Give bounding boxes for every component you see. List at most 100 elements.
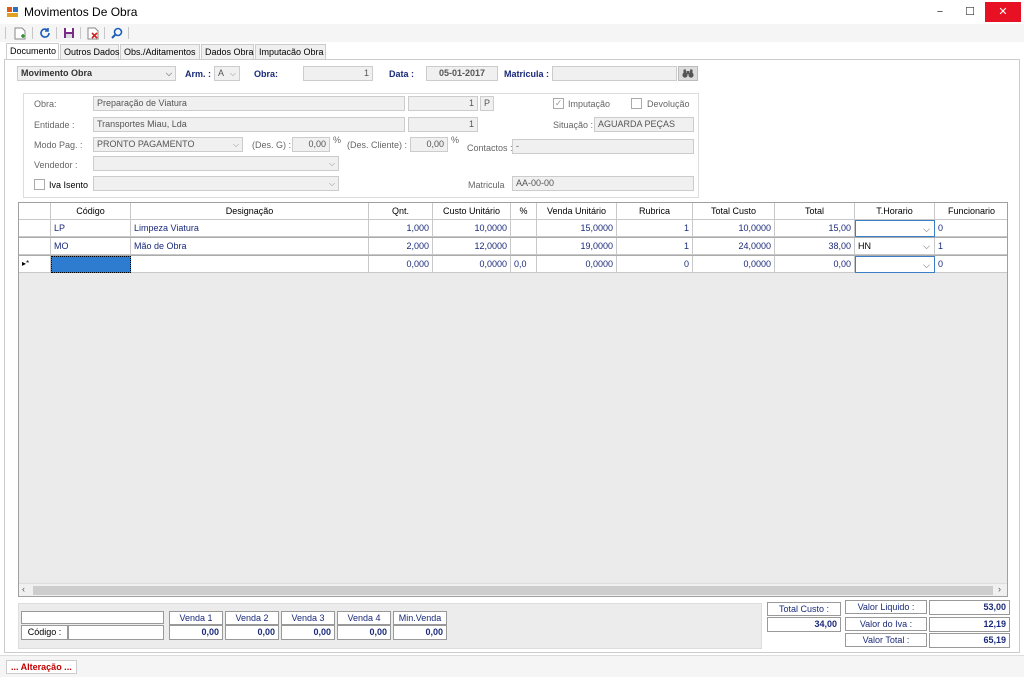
codigo-info-box (21, 611, 164, 624)
cell-custo-unitario-new[interactable]: 0,0000 (433, 256, 511, 273)
vendedor-select[interactable]: ⌵ (93, 156, 339, 171)
cell-venda-unitario-new[interactable]: 0,0000 (537, 256, 617, 273)
entidade-field[interactable]: Transportes Miau, Lda (93, 117, 405, 132)
codigo-bottom-field[interactable] (68, 625, 164, 640)
entidade-num-field[interactable]: 1 (408, 117, 478, 132)
row-header[interactable] (19, 220, 51, 237)
cell-total-new[interactable]: 0,00 (775, 256, 855, 273)
cell-rubrica-new[interactable]: 0 (617, 256, 693, 273)
col-header-rubrica[interactable]: Rubrica (617, 203, 693, 220)
cell-venda-unitario[interactable]: 19,0000 (537, 238, 617, 255)
cell-total[interactable]: 15,00 (775, 220, 855, 237)
cell-t-horario-select[interactable]: ⌵ (855, 220, 935, 237)
col-header-percent[interactable]: % (511, 203, 537, 220)
venda-2-value: 0,00 (225, 625, 279, 640)
data-field[interactable]: 05-01-2017 (426, 66, 498, 81)
cell-codigo-new[interactable] (51, 256, 131, 273)
matricula-header-field[interactable] (552, 66, 677, 81)
scroll-right-icon[interactable]: › (998, 584, 1001, 594)
cell-percent-new[interactable]: 0,0 (511, 256, 537, 273)
col-header-qnt[interactable]: Qnt. (369, 203, 433, 220)
cell-funcionario-new[interactable]: 0 (935, 256, 1007, 273)
grid-empty-area (19, 273, 1007, 585)
des-g-field[interactable]: 0,00 (292, 137, 330, 152)
devolucao-checkbox[interactable] (631, 98, 642, 109)
binoculars-search-button[interactable] (678, 66, 698, 81)
cell-custo-unitario[interactable]: 10,0000 (433, 220, 511, 237)
toolbar-separator (128, 27, 129, 39)
col-header-t-horario[interactable]: T.Horario (855, 203, 935, 220)
cell-t-horario-select-new[interactable]: ⌵ (855, 256, 935, 273)
col-header-custo-unitario[interactable]: Custo Unitário (433, 203, 511, 220)
obra-num-field[interactable]: 1 (408, 96, 478, 111)
cell-percent[interactable] (511, 238, 537, 255)
items-grid: Código Designação Qnt. Custo Unitário % … (18, 202, 1008, 597)
movimento-select[interactable]: Movimento Obra ⌵ (17, 66, 176, 81)
col-header-funcionario[interactable]: Funcionario (935, 203, 1007, 220)
tab-imputacao-obra[interactable]: Imputacão Obra (255, 44, 326, 60)
col-header-total[interactable]: Total (775, 203, 855, 220)
valor-total-value: 65,19 (929, 633, 1010, 648)
cell-percent[interactable] (511, 220, 537, 237)
close-button[interactable]: ✕ (985, 2, 1021, 22)
new-document-icon[interactable] (12, 25, 28, 41)
chevron-down-icon: ⌵ (328, 179, 335, 188)
modo-pag-value: PRONTO PAGAMENTO (97, 139, 195, 149)
matricula-label: Matricula (468, 180, 505, 190)
cell-total-custo-new[interactable]: 0,0000 (693, 256, 775, 273)
obra-number-field[interactable]: 1 (303, 66, 373, 81)
horizontal-scrollbar[interactable]: ‹ › (19, 583, 1007, 596)
contactos-field[interactable]: - (512, 139, 694, 154)
modo-pag-select[interactable]: PRONTO PAGAMENTO ⌵ (93, 137, 243, 152)
tab-outros-dados[interactable]: Outros Dados (60, 44, 120, 60)
situacao-field[interactable]: AGUARDA PEÇAS (594, 117, 694, 132)
cell-total[interactable]: 38,00 (775, 238, 855, 255)
cell-t-horario-select[interactable]: HN ⌵ (855, 238, 935, 255)
cell-funcionario[interactable]: 1 (935, 238, 1007, 255)
refresh-icon[interactable] (37, 25, 53, 41)
iva-isento-checkbox[interactable] (34, 179, 45, 190)
cell-rubrica[interactable]: 1 (617, 238, 693, 255)
row-header[interactable] (19, 238, 51, 255)
col-header-designacao[interactable]: Designação (131, 203, 369, 220)
devolucao-label: Devolução (647, 99, 690, 109)
scroll-left-icon[interactable]: ‹ (22, 584, 25, 594)
delete-document-icon[interactable] (85, 25, 101, 41)
arm-select[interactable]: A ⌵ (214, 66, 240, 81)
toolbar-grip (5, 27, 6, 39)
des-cliente-field[interactable]: 0,00 (410, 137, 448, 152)
cell-designacao-new[interactable] (131, 256, 369, 273)
new-row-marker[interactable]: ▸* (19, 256, 51, 273)
maximize-button[interactable]: ☐ (955, 2, 985, 22)
col-header-venda-unitario[interactable]: Venda Unitário (537, 203, 617, 220)
cell-qnt-new[interactable]: 0,000 (369, 256, 433, 273)
imputacao-checkbox[interactable]: ✓ (553, 98, 564, 109)
search-icon[interactable] (109, 25, 125, 41)
title-bar: Movimentos De Obra − ☐ ✕ (0, 0, 1024, 24)
minimize-button[interactable]: − (925, 2, 955, 22)
venda-4-label: Venda 4 (337, 611, 391, 625)
col-header-codigo[interactable]: Código (51, 203, 131, 220)
matricula-field[interactable]: AA-00-00 (512, 176, 694, 191)
iva-isento-select[interactable]: ⌵ (93, 176, 339, 191)
cell-codigo[interactable]: MO (51, 238, 131, 255)
cell-rubrica[interactable]: 1 (617, 220, 693, 237)
cell-total-custo[interactable]: 10,0000 (693, 220, 775, 237)
cell-qnt[interactable]: 2,000 (369, 238, 433, 255)
cell-codigo[interactable]: LP (51, 220, 131, 237)
save-icon[interactable] (61, 25, 77, 41)
cell-designacao[interactable]: Limpeza Viatura (131, 220, 369, 237)
vendedor-label: Vendedor : (34, 160, 78, 170)
col-header-total-custo[interactable]: Total Custo (693, 203, 775, 220)
tab-obs-aditamentos[interactable]: Obs./Aditamentos (120, 44, 200, 60)
tab-dados-obra[interactable]: Dados Obra (201, 44, 254, 60)
obra-description-field[interactable]: Preparação de Viatura (93, 96, 405, 111)
cell-funcionario[interactable]: 0 (935, 220, 1007, 237)
cell-designacao[interactable]: Mão de Obra (131, 238, 369, 255)
obra-p-button[interactable]: P (480, 96, 494, 111)
cell-venda-unitario[interactable]: 15,0000 (537, 220, 617, 237)
cell-total-custo[interactable]: 24,0000 (693, 238, 775, 255)
cell-custo-unitario[interactable]: 12,0000 (433, 238, 511, 255)
cell-qnt[interactable]: 1,000 (369, 220, 433, 237)
scroll-thumb[interactable] (33, 586, 993, 595)
